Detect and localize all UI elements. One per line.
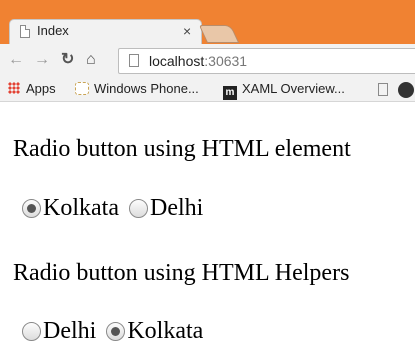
address-bar[interactable]: localhost:30631 [118, 48, 415, 74]
bookmark-m-icon: m [223, 86, 237, 100]
radio-group-html-element: Kolkata Delhi [22, 195, 213, 222]
heading-html-helpers: Radio button using HTML Helpers [13, 260, 350, 286]
bookmark-apps[interactable]: Apps [8, 81, 56, 96]
apps-grid-icon [8, 82, 20, 94]
url-host: localhost [149, 53, 205, 69]
url-text[interactable]: localhost:30631 [149, 53, 247, 69]
page-content: Radio button using HTML element Kolkata … [0, 103, 415, 351]
page-icon [129, 54, 139, 67]
back-arrow-icon[interactable]: ← [8, 51, 24, 69]
bookmark-overflow-icon[interactable] [398, 82, 414, 98]
bookmark-page-icon[interactable] [378, 83, 388, 96]
tab-title: Index [37, 23, 69, 38]
bookmark-favicon-icon [75, 82, 89, 95]
heading-html-element: Radio button using HTML element [13, 136, 351, 162]
radio-delhi[interactable] [22, 322, 41, 341]
bookmark-windows-phone[interactable]: Windows Phone... [75, 81, 199, 96]
browser-title-bar: Index × [0, 0, 415, 44]
bookmark-xaml-overview[interactable]: m XAML Overview... [223, 81, 345, 100]
bookmark-apps-label: Apps [26, 81, 56, 96]
browser-toolbar: ← → ↻ ⌂ localhost:30631 [0, 44, 415, 78]
radio-delhi[interactable] [128, 199, 148, 218]
bookmark-windows-phone-label: Windows Phone... [94, 81, 199, 96]
radio-label-kolkata[interactable]: Kolkata [127, 318, 203, 345]
browser-tab[interactable]: Index × [9, 19, 202, 44]
radio-kolkata[interactable] [22, 199, 41, 218]
radio-label-kolkata[interactable]: Kolkata [43, 195, 119, 222]
home-icon[interactable]: ⌂ [86, 51, 96, 69]
radio-label-delhi[interactable]: Delhi [150, 195, 203, 222]
reload-icon[interactable]: ↻ [61, 51, 74, 69]
bookmarks-bar: Apps Windows Phone... m XAML Overview... [0, 78, 415, 102]
radio-label-delhi[interactable]: Delhi [43, 318, 96, 345]
close-icon[interactable]: × [183, 23, 191, 39]
page-icon [20, 25, 30, 38]
radio-group-html-helpers: Delhi Kolkata [22, 318, 213, 345]
new-tab-button[interactable] [198, 25, 240, 43]
url-port: :30631 [204, 53, 248, 69]
bookmark-xaml-overview-label: XAML Overview... [242, 81, 345, 96]
radio-kolkata[interactable] [106, 322, 126, 341]
forward-arrow-icon[interactable]: → [34, 51, 50, 69]
